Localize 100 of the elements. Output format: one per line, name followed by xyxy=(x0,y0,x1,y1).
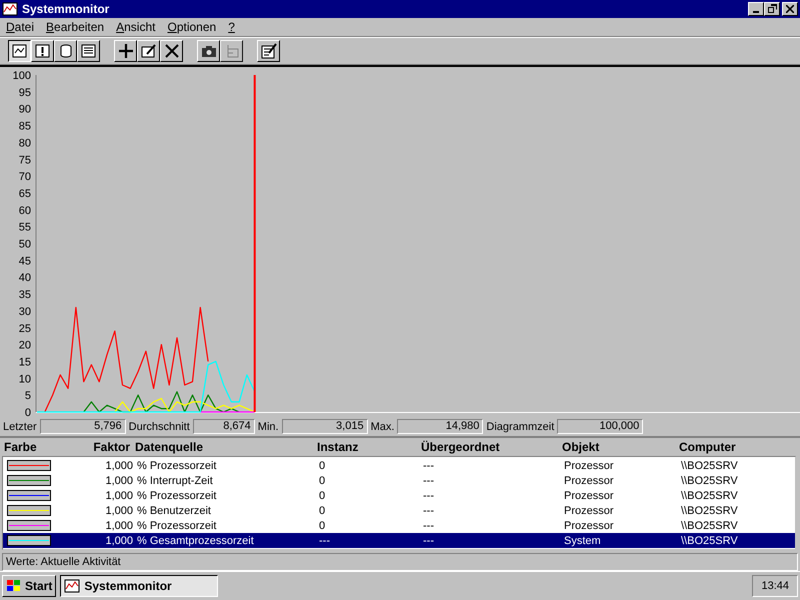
y-tick-label: 15 xyxy=(18,356,31,368)
monitor-icon xyxy=(2,0,18,17)
y-tick-label: 50 xyxy=(18,238,31,250)
table-cell-text: \\BO25SRV xyxy=(681,460,739,472)
y-tick-label: 45 xyxy=(18,255,31,268)
legend-row[interactable]: 1,000 % Gesamtprozessorzeit --- --- System \\BO25SRV xyxy=(3,533,795,548)
legend-row[interactable]: 1,000 % Benutzerzeit 0 --- Prozessor \\BO25SRV xyxy=(3,503,795,518)
y-tick-label: 75 xyxy=(18,154,31,166)
edit-icon xyxy=(140,42,156,59)
y-tick-label: 30 xyxy=(18,306,31,318)
y-tick-label: 100 xyxy=(12,70,31,82)
table-cell-text: System xyxy=(564,534,602,547)
minimize-button[interactable] xyxy=(748,2,764,16)
column-header: Datenquelle xyxy=(134,440,204,454)
menu-item[interactable]: Bearbeiten xyxy=(46,20,104,34)
close-icon xyxy=(786,4,794,13)
table-cell-text: Prozessor xyxy=(564,520,615,532)
table-cell-text: 1,000 xyxy=(104,534,133,547)
table-cell-text: % Interrupt-Zeit xyxy=(136,474,214,487)
table-cell-text: \\BO25SRV xyxy=(681,490,739,502)
y-tick-label: 20 xyxy=(18,339,31,352)
table-cell-text: 1,000 xyxy=(104,504,133,517)
y-tick-label: 95 xyxy=(18,86,31,99)
minimize-icon xyxy=(753,10,759,13)
chart-view-icon xyxy=(12,42,28,59)
table-cell-text: 1,000 xyxy=(104,474,133,487)
y-tick-label: 0 xyxy=(24,406,31,417)
properties-icon xyxy=(260,42,276,59)
table-cell-text: Prozessor xyxy=(564,490,615,502)
toolbar-button[interactable] xyxy=(197,40,220,62)
column-header: Instanz xyxy=(317,440,360,454)
y-tick-label: 5 xyxy=(24,390,31,402)
table-cell-text: % Gesamtprozessorzeit xyxy=(136,534,255,547)
stat-label: Durchschnitt xyxy=(128,420,190,433)
stat-value: 100,000 xyxy=(557,419,644,434)
y-tick-label: 60 xyxy=(18,204,31,217)
column-header: Objekt xyxy=(562,440,600,454)
column-header: Faktor xyxy=(92,440,130,454)
table-cell-text: 0 xyxy=(319,504,326,517)
table-cell-text: --- xyxy=(319,534,331,547)
start-button[interactable]: Start xyxy=(2,575,56,597)
toolbar-button[interactable] xyxy=(257,40,280,62)
table-cell-text: Prozessor xyxy=(564,504,615,517)
y-tick-label: 85 xyxy=(18,120,31,132)
taskbar-button[interactable]: Systemmonitor xyxy=(60,575,218,597)
stat-label: Max. xyxy=(370,420,394,433)
table-cell-text: 0 xyxy=(319,460,326,472)
y-tick-label: 90 xyxy=(18,103,31,116)
clock: 13:44 xyxy=(761,580,789,592)
monitor-icon xyxy=(64,578,80,594)
table-cell-text: 0 xyxy=(319,490,326,502)
y-tick-label: 10 xyxy=(18,373,31,386)
table-cell-text: \\BO25SRV xyxy=(681,520,739,532)
toolbar-button[interactable] xyxy=(160,40,183,62)
stat-label: Letzter xyxy=(3,420,37,433)
stat-value: 8,674 xyxy=(192,419,255,434)
report-view-icon xyxy=(80,42,96,59)
legend-row[interactable]: 1,000 % Prozessorzeit 0 --- Prozessor \\BO25SRV xyxy=(3,518,795,534)
delete-icon xyxy=(164,42,180,59)
table-cell-text: \\BO25SRV xyxy=(681,504,739,517)
table-cell-text: --- xyxy=(423,504,435,517)
column-header: Farbe xyxy=(3,440,38,454)
restore-button[interactable] xyxy=(764,2,780,16)
table-cell-text: \\BO25SRV xyxy=(681,534,739,547)
log-view-icon xyxy=(58,42,74,59)
menu-item[interactable]: Ansicht xyxy=(116,20,156,34)
close-button[interactable] xyxy=(782,2,798,16)
table-cell-text: 0 xyxy=(319,474,326,487)
window-title: Systemmonitor xyxy=(22,2,110,16)
legend-row[interactable]: 1,000 % Prozessorzeit 0 --- Prozessor \\BO25SRV xyxy=(3,458,795,474)
toolbar-button[interactable] xyxy=(114,40,137,62)
table-cell-text: 1,000 xyxy=(104,460,133,472)
table-cell-text: --- xyxy=(423,520,435,532)
y-tick-label: 40 xyxy=(18,272,31,284)
table-cell-text: --- xyxy=(423,474,435,487)
status-text: Werte: Aktuelle Aktivität xyxy=(6,556,121,568)
menu-item[interactable]: ? xyxy=(228,20,235,34)
table-cell-text: Prozessor xyxy=(564,460,615,472)
y-tick-label: 65 xyxy=(18,188,31,200)
table-cell-text: % Benutzerzeit xyxy=(136,504,212,517)
y-tick-label: 70 xyxy=(18,170,31,183)
table-cell-text: --- xyxy=(423,534,435,547)
menu-item[interactable]: Datei xyxy=(6,20,34,34)
view-button[interactable] xyxy=(8,40,31,62)
restore-icon xyxy=(768,4,776,14)
table-cell-text: 1,000 xyxy=(104,490,133,502)
y-tick-label: 55 xyxy=(18,221,31,234)
windows-logo-icon xyxy=(6,579,22,593)
alert-view-icon xyxy=(34,42,50,59)
menu-item[interactable]: Optionen xyxy=(167,20,216,34)
add-icon xyxy=(118,42,134,59)
legend-row[interactable]: 1,000 % Interrupt-Zeit 0 --- Prozessor \\BO25SRV xyxy=(3,473,795,488)
table-cell-text: 1,000 xyxy=(104,520,133,532)
legend-row[interactable]: 1,000 % Prozessorzeit 0 --- Prozessor \\BO25SRV xyxy=(3,488,795,504)
stat-value: 5,796 xyxy=(40,419,126,434)
table-cell-text: --- xyxy=(423,460,435,472)
y-tick-label: 25 xyxy=(18,322,31,334)
stat-value: 14,980 xyxy=(397,419,484,434)
toolbar-button[interactable] xyxy=(137,40,160,62)
y-tick-label: 80 xyxy=(18,137,31,150)
